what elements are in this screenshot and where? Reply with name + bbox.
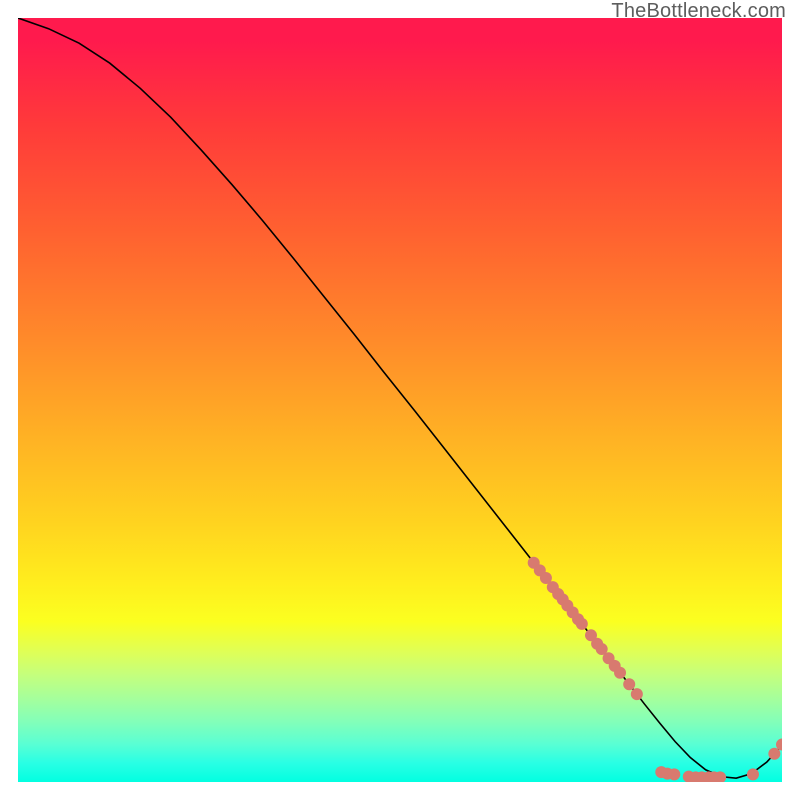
chart-container: TheBottleneck.com (0, 0, 800, 800)
watermark-text: TheBottleneck.com (611, 0, 786, 23)
chart-background-gradient (18, 18, 782, 782)
